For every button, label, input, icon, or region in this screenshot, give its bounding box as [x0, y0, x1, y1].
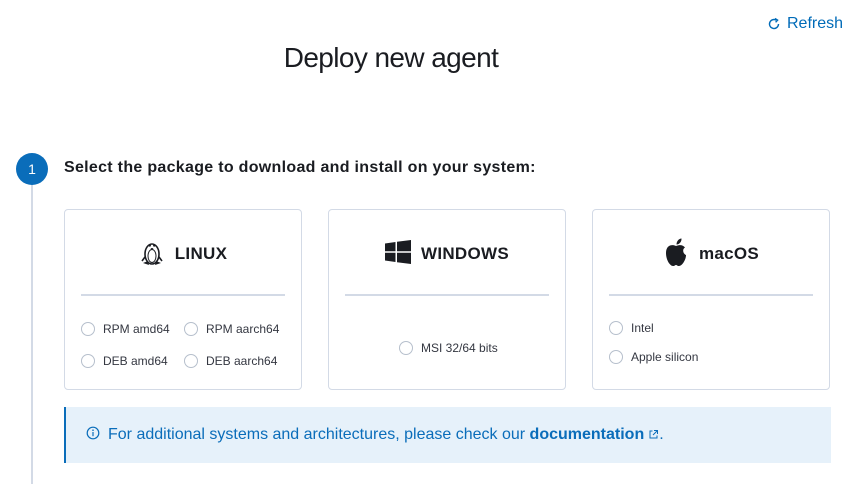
linux-card-header: LINUX	[81, 210, 285, 296]
macos-card-header: macOS	[609, 210, 813, 296]
apple-icon	[663, 237, 689, 272]
option-label: Intel	[631, 321, 654, 335]
rpm-amd64-option[interactable]: RPM amd64	[81, 322, 170, 336]
option-label: MSI 32/64 bits	[421, 341, 498, 355]
external-link-icon	[648, 427, 659, 445]
documentation-link[interactable]: documentation	[530, 426, 660, 443]
option-label: Apple silicon	[631, 350, 699, 364]
macos-title: macOS	[698, 244, 760, 263]
macos-card: macOS Intel Apple silicon	[592, 209, 830, 390]
windows-card: WINDOWS MSI 32/64 bits	[328, 209, 566, 390]
step-title: Select the package to download and insta…	[64, 159, 536, 176]
rpm-aarch64-option[interactable]: RPM aarch64	[184, 322, 279, 336]
refresh-label: Refresh	[787, 15, 844, 32]
documentation-link-label: documentation	[529, 425, 645, 443]
linux-icon	[139, 237, 165, 272]
callout-text-before: For additional systems and architectures…	[108, 425, 526, 443]
windows-card-header: WINDOWS	[345, 210, 549, 296]
apple-silicon-radio[interactable]	[609, 350, 623, 364]
windows-icon	[384, 239, 411, 269]
intel-option[interactable]: Intel	[609, 321, 654, 335]
linux-card: LINUX RPM amd64 RPM aarch64 DEB amd64 DE…	[64, 209, 302, 390]
windows-title: WINDOWS	[420, 244, 510, 263]
callout-text-after: .	[659, 425, 664, 443]
step-number: 1	[16, 153, 48, 185]
info-callout: For additional systems and architectures…	[64, 407, 831, 463]
deb-aarch64-option[interactable]: DEB aarch64	[184, 354, 277, 368]
msi-radio[interactable]	[399, 341, 413, 355]
refresh-button[interactable]: Refresh	[767, 14, 843, 34]
deb-aarch64-radio[interactable]	[184, 354, 198, 368]
refresh-icon	[767, 17, 781, 31]
apple-silicon-option[interactable]: Apple silicon	[609, 350, 698, 364]
option-label: DEB amd64	[103, 354, 168, 368]
info-icon	[86, 426, 100, 445]
page-title: Deploy new agent	[283, 42, 499, 73]
rpm-amd64-radio[interactable]	[81, 322, 95, 336]
rpm-aarch64-radio[interactable]	[184, 322, 198, 336]
intel-radio[interactable]	[609, 321, 623, 335]
option-label: RPM amd64	[103, 322, 170, 336]
option-label: RPM aarch64	[206, 322, 280, 336]
msi-option[interactable]: MSI 32/64 bits	[399, 341, 498, 355]
step-connector-line	[31, 184, 33, 484]
deb-amd64-radio[interactable]	[81, 354, 95, 368]
callout-text: For additional systems and architectures…	[108, 426, 664, 445]
deb-amd64-option[interactable]: DEB amd64	[81, 354, 168, 368]
option-label: DEB aarch64	[206, 354, 278, 368]
linux-title: LINUX	[174, 244, 228, 263]
